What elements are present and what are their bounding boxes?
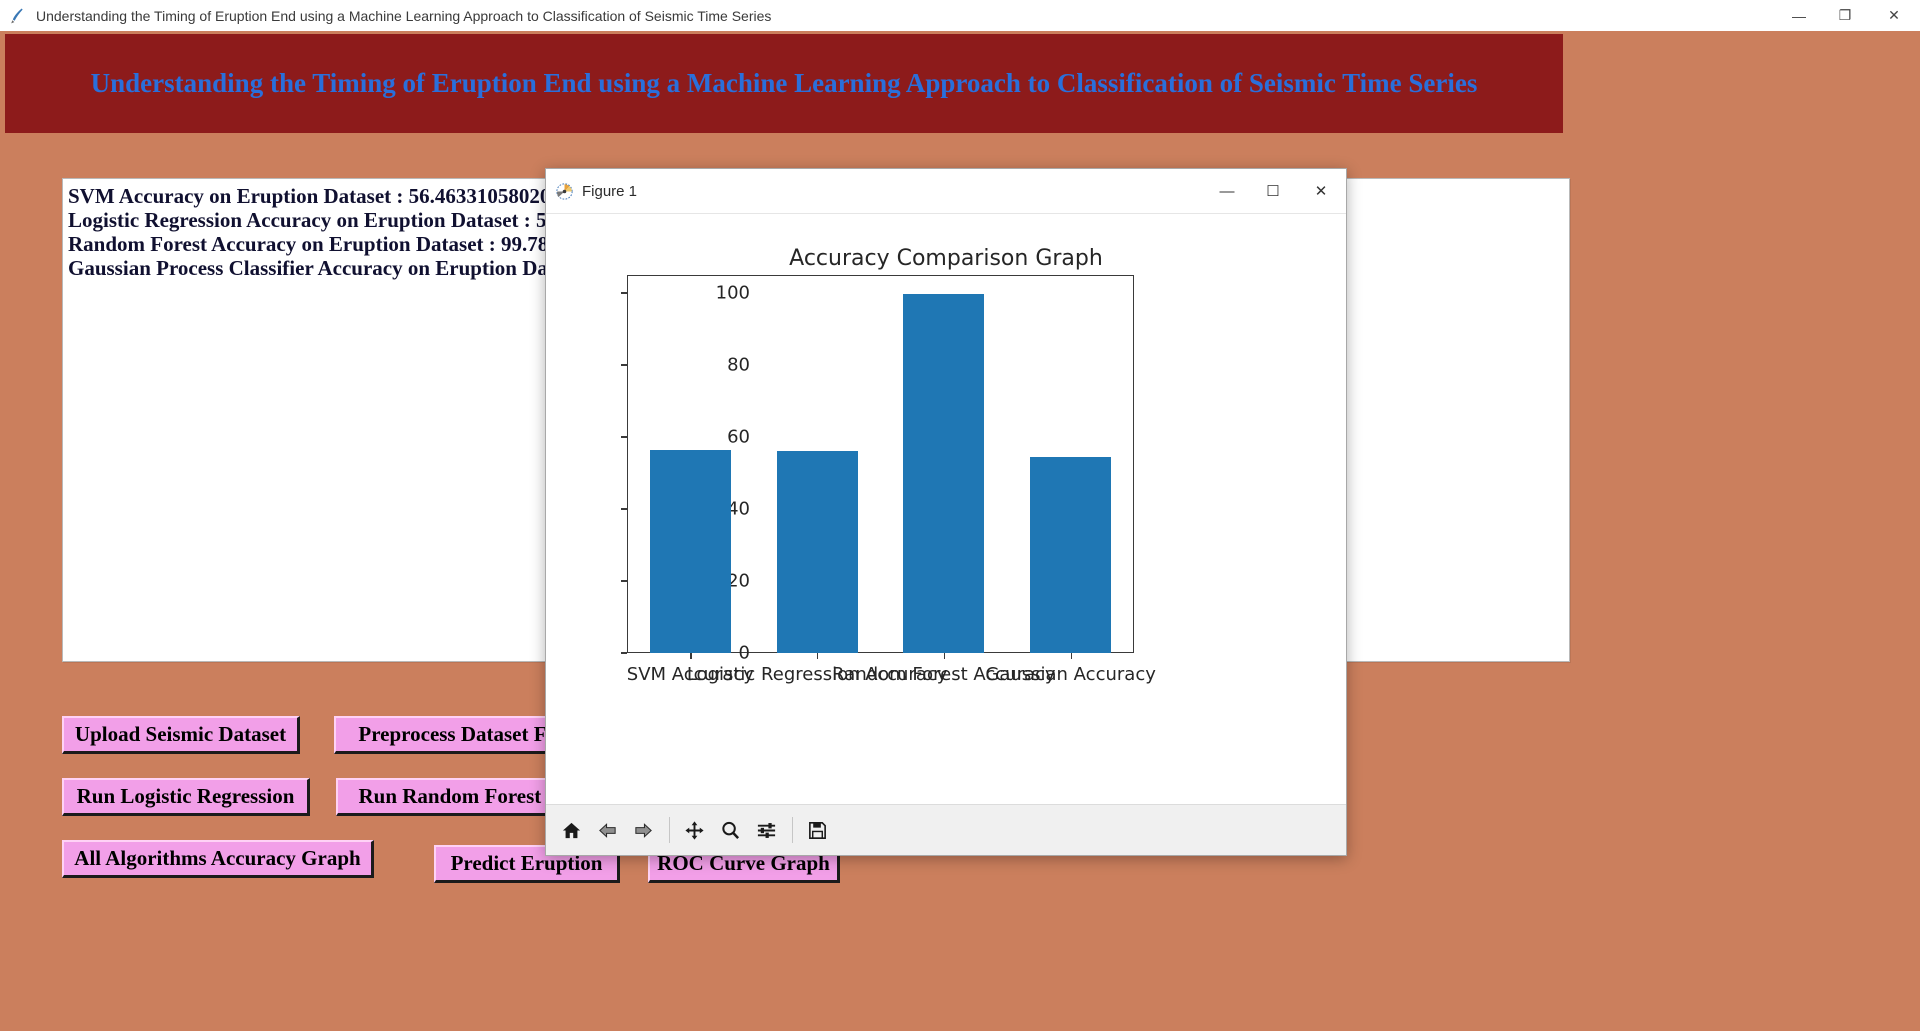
y-tick-mark — [621, 292, 627, 294]
figure-minimize-button[interactable]: — — [1204, 169, 1250, 213]
y-tick-label: 100 — [715, 282, 750, 304]
forward-arrow-icon[interactable] — [626, 813, 660, 847]
os-title-bar: Understanding the Timing of Eruption End… — [0, 0, 1920, 32]
back-arrow-icon[interactable] — [590, 813, 624, 847]
chart-bar — [1030, 456, 1112, 653]
matplotlib-toolbar[interactable] — [546, 804, 1346, 855]
x-tick-mark — [1070, 653, 1072, 659]
chart-bar — [903, 293, 985, 653]
chart-title: Accuracy Comparison Graph — [789, 246, 1103, 271]
chart-bar — [649, 449, 731, 653]
figure-window-title: Figure 1 — [582, 182, 638, 200]
banner-region: Understanding the Timing of Eruption End… — [0, 31, 1920, 136]
toolbar-separator — [669, 817, 670, 843]
y-tick-mark — [621, 652, 627, 654]
zoom-magnifier-icon[interactable] — [713, 813, 747, 847]
y-tick-label: 80 — [727, 354, 750, 376]
x-tick-mark — [690, 653, 692, 659]
upload-seismic-dataset-button[interactable]: Upload Seismic Dataset — [62, 716, 300, 754]
figure-canvas[interactable]: Accuracy Comparison Graph 0 20 40 60 80 100 SV… — [546, 214, 1346, 804]
save-floppy-icon[interactable] — [800, 813, 834, 847]
page-title: Understanding the Timing of Eruption End… — [90, 68, 1478, 98]
y-tick-mark — [621, 580, 627, 582]
os-close-button[interactable]: ✕ — [1868, 0, 1920, 31]
os-minimize-button[interactable]: — — [1776, 0, 1822, 31]
home-icon[interactable] — [554, 813, 588, 847]
os-maximize-button[interactable]: ❐ — [1822, 0, 1868, 31]
pan-move-icon[interactable] — [677, 813, 711, 847]
x-tick-label: Gaussian Accuracy — [985, 664, 1156, 685]
app-title-banner: Understanding the Timing of Eruption End… — [5, 34, 1563, 133]
matplotlib-icon — [556, 182, 573, 200]
preprocess-dataset-button[interactable]: Preprocess Dataset F — [334, 716, 572, 754]
y-tick-label: 60 — [727, 426, 750, 448]
run-logistic-regression-button[interactable]: Run Logistic Regression — [62, 778, 310, 816]
y-tick-mark — [621, 508, 627, 510]
figure-close-button[interactable]: ✕ — [1296, 169, 1346, 213]
x-tick-mark — [817, 653, 819, 659]
all-algorithms-accuracy-graph-button[interactable]: All Algorithms Accuracy Graph — [62, 840, 374, 878]
figure-maximize-button[interactable]: ☐ — [1250, 169, 1296, 213]
chart-bar — [776, 450, 858, 653]
python-feather-icon — [8, 6, 28, 26]
y-tick-mark — [621, 364, 627, 366]
y-tick-mark — [621, 436, 627, 438]
configure-subplots-icon[interactable] — [749, 813, 783, 847]
figure-title-bar[interactable]: Figure 1 — ☐ ✕ — [546, 169, 1346, 214]
os-window-title: Understanding the Timing of Eruption End… — [36, 7, 772, 24]
matplotlib-figure-window[interactable]: Figure 1 — ☐ ✕ Accuracy Comparison Graph… — [545, 168, 1347, 856]
x-tick-mark — [943, 653, 946, 659]
toolbar-separator — [792, 817, 793, 843]
